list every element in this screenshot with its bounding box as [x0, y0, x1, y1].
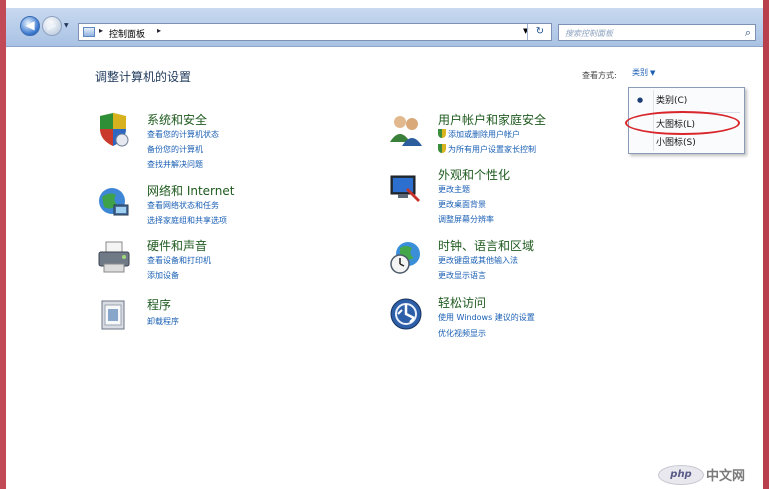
clock-globe-icon[interactable] — [388, 240, 424, 276]
link-change-input-methods[interactable]: 更改键盘或其他输入法 — [438, 255, 518, 266]
link-change-theme[interactable]: 更改主题 — [438, 184, 470, 195]
link-parental-controls[interactable]: 为所有用户设置家长控制 — [438, 144, 536, 155]
category-title-ease-of-access[interactable]: 轻松访问 — [438, 294, 486, 311]
link-view-computer-status[interactable]: 查看您的计算机状态 — [147, 129, 219, 140]
link-add-remove-accounts[interactable]: 添加或删除用户帐户 — [438, 129, 520, 140]
refresh-button[interactable]: ↻ — [527, 24, 552, 40]
selected-radio-icon: ● — [637, 96, 644, 104]
search-icon[interactable]: ⌕ — [745, 26, 751, 40]
view-by-selected: 类别 — [632, 68, 648, 77]
link-devices-printers[interactable]: 查看设备和打印机 — [147, 255, 211, 266]
chevron-down-icon: ▼ — [650, 69, 656, 77]
category-title-appearance[interactable]: 外观和个性化 — [438, 166, 510, 183]
link-network-status[interactable]: 查看网络状态和任务 — [147, 200, 219, 211]
back-button[interactable]: ◀ — [20, 16, 40, 36]
network-globe-icon[interactable] — [96, 185, 132, 221]
link-label: 为所有用户设置家长控制 — [448, 145, 536, 154]
view-by-label: 查看方式: — [582, 71, 617, 80]
category-title-user-accounts[interactable]: 用户帐户和家庭安全 — [438, 111, 546, 128]
recent-pages-dropdown-icon[interactable]: ▼ — [64, 22, 69, 29]
menu-item-small-icons[interactable]: 小图标(S) — [656, 135, 696, 148]
uac-shield-icon — [438, 144, 446, 153]
shield-icon[interactable] — [96, 112, 132, 148]
link-change-background[interactable]: 更改桌面背景 — [438, 199, 486, 210]
site-watermark: php 中文网 — [658, 463, 768, 487]
php-logo: php — [658, 465, 704, 485]
category-title-programs[interactable]: 程序 — [147, 296, 171, 313]
category-title-network-internet[interactable]: 网络和 Internet — [147, 182, 234, 199]
forward-button[interactable]: ▶ — [42, 16, 62, 36]
breadcrumb-separator-icon[interactable]: ▸ — [157, 26, 161, 35]
link-add-device[interactable]: 添加设备 — [147, 270, 179, 281]
breadcrumb-separator-icon[interactable]: ▸ — [99, 26, 103, 35]
control-panel-icon — [83, 27, 95, 37]
programs-icon[interactable] — [96, 297, 132, 333]
printer-icon[interactable] — [96, 240, 132, 276]
uac-shield-icon — [438, 129, 446, 138]
category-title-hardware-sound[interactable]: 硬件和声音 — [147, 237, 207, 254]
users-icon[interactable] — [388, 112, 424, 148]
menu-item-category[interactable]: 类别(C) — [656, 93, 687, 106]
watermark-text: 中文网 — [706, 469, 746, 484]
monitor-paint-icon[interactable] — [388, 170, 424, 206]
search-input[interactable]: 搜索控制面板 ⌕ — [558, 24, 756, 41]
link-troubleshoot[interactable]: 查找并解决问题 — [147, 159, 203, 170]
link-recommended-settings[interactable]: 使用 Windows 建议的设置 — [438, 312, 535, 323]
link-optimize-video[interactable]: 优化视频显示 — [438, 328, 486, 339]
link-label: 添加或删除用户帐户 — [448, 130, 520, 139]
address-bar[interactable]: ▸ 控制面板 ▸ ▼ — [78, 23, 552, 41]
link-backup-computer[interactable]: 备份您的计算机 — [147, 144, 203, 155]
search-placeholder: 搜索控制面板 — [565, 29, 613, 38]
breadcrumb-control-panel[interactable]: 控制面板 — [109, 27, 145, 40]
annotation-highlight-oval — [625, 111, 740, 135]
link-uninstall-program[interactable]: 卸载程序 — [147, 316, 179, 327]
link-screen-resolution[interactable]: 调整屏幕分辨率 — [438, 214, 494, 225]
link-homegroup-sharing[interactable]: 选择家庭组和共享选项 — [147, 215, 227, 226]
view-by-dropdown[interactable]: 类别 ▼ — [632, 67, 676, 81]
category-title-system-security[interactable]: 系统和安全 — [147, 111, 207, 128]
link-change-display-language[interactable]: 更改显示语言 — [438, 270, 486, 281]
page-title: 调整计算机的设置 — [95, 70, 192, 84]
ease-of-access-icon[interactable] — [388, 296, 424, 332]
category-title-clock-language-region[interactable]: 时钟、语言和区域 — [438, 237, 534, 254]
